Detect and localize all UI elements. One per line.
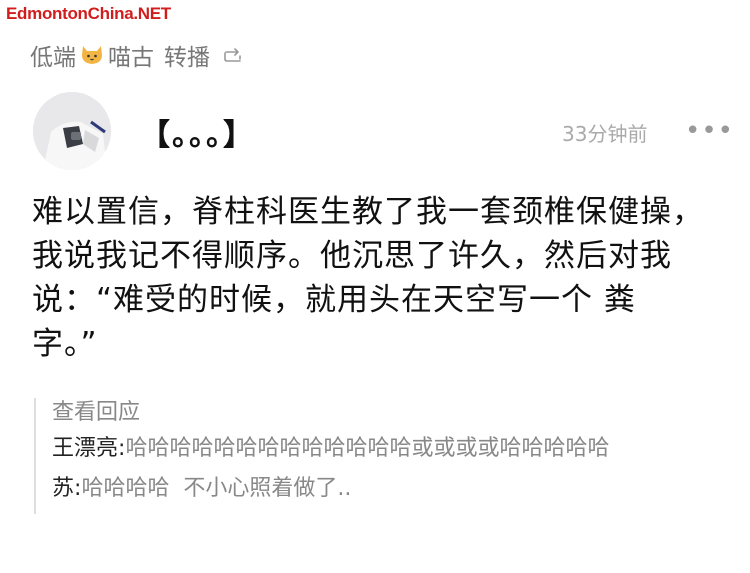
post-timestamp: 33分钟前 bbox=[562, 122, 648, 146]
replies-section: 查看回应 王漂亮:哈哈哈哈哈哈哈哈哈哈哈哈哈或或或或哈哈哈哈哈 苏:哈哈哈哈 不… bbox=[34, 398, 692, 514]
author-avatar[interactable] bbox=[33, 92, 111, 170]
more-options-icon[interactable]: ••• bbox=[685, 116, 734, 146]
repost-user-b[interactable]: 喵古 bbox=[108, 38, 154, 72]
repost-icon bbox=[224, 48, 241, 62]
author-name[interactable]: 【。。。】 bbox=[140, 110, 255, 154]
reply-item: 王漂亮:哈哈哈哈哈哈哈哈哈哈哈哈哈或或或或哈哈哈哈哈 bbox=[52, 436, 610, 461]
reply-author[interactable]: 王漂亮 bbox=[52, 436, 118, 461]
post-body-text: 难以置信，脊柱科医生教了我一套颈椎保健操，我说我记不得顺序。他沉思了许久，然后对… bbox=[32, 194, 704, 362]
reply-item: 苏:哈哈哈哈 不小心照着做了.. bbox=[52, 476, 352, 501]
avatar-photo-icon bbox=[33, 92, 111, 170]
view-replies-link[interactable]: 查看回应 bbox=[52, 398, 692, 428]
cat-emoji-icon bbox=[82, 46, 102, 64]
reply-author[interactable]: 苏 bbox=[52, 476, 74, 501]
repost-action-label: 转播 bbox=[164, 45, 210, 71]
watermark-text: EdmontonChina.NET bbox=[6, 4, 171, 23]
reply-text: 哈哈哈哈哈哈哈哈哈哈哈哈哈或或或或哈哈哈哈哈 bbox=[125, 436, 610, 461]
repost-user-a[interactable]: 低端 bbox=[30, 38, 76, 72]
reply-text: 哈哈哈哈 不小心照着做了.. bbox=[81, 476, 352, 501]
repost-attribution: 低端 喵古 转播 bbox=[30, 38, 246, 72]
